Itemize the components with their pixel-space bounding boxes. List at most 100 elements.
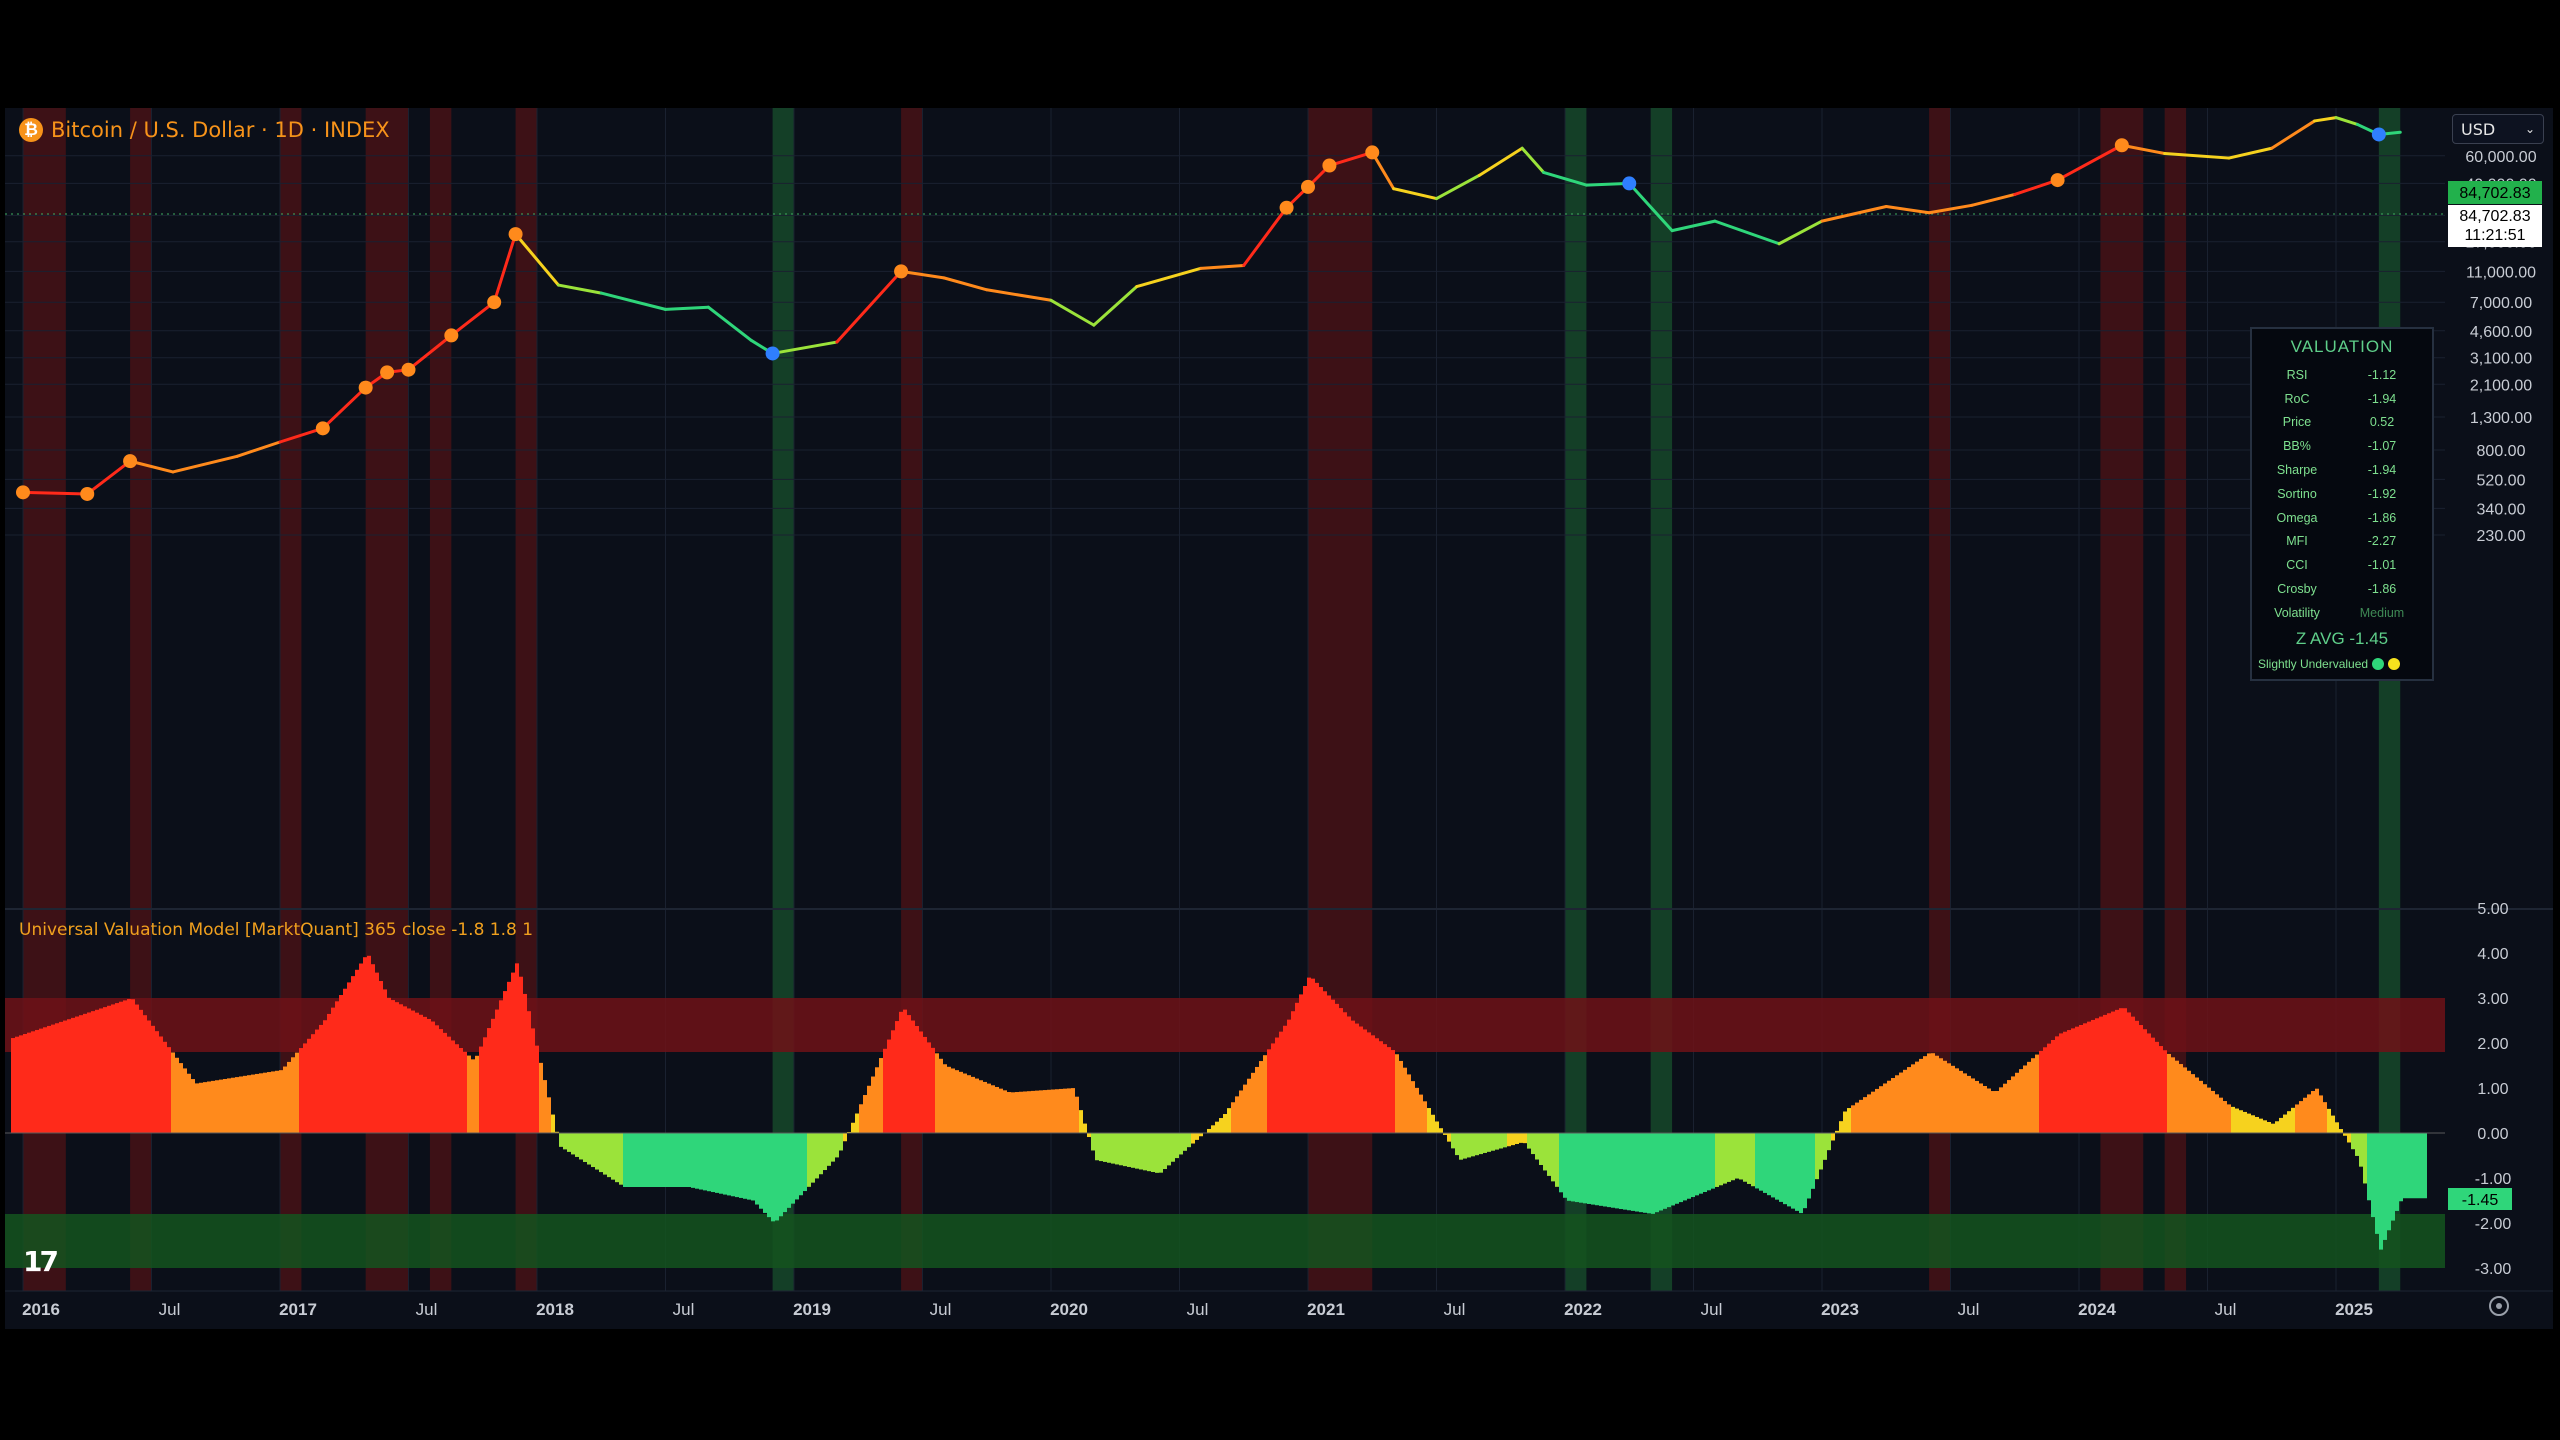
z-score-bar — [2043, 1047, 2047, 1133]
z-score-bar — [1095, 1133, 1099, 1161]
z-score-bar — [2291, 1107, 2295, 1133]
z-score-bar — [1287, 1019, 1291, 1133]
z-score-bar — [631, 1133, 635, 1187]
z-score-bar — [311, 1034, 315, 1133]
z-score-bar — [551, 1114, 555, 1133]
z-score-bar — [343, 988, 347, 1133]
z-score-bar — [1571, 1133, 1575, 1202]
z-score-bar — [1027, 1091, 1031, 1133]
z-score-bar — [1215, 1121, 1219, 1133]
z-score-bar — [1951, 1065, 1955, 1133]
price-segment — [492, 232, 518, 304]
currency-select[interactable]: USD ⌄ — [2452, 114, 2544, 144]
z-score-bar — [1555, 1133, 1559, 1187]
z-score-bar — [935, 1053, 939, 1133]
chart-canvas[interactable]: 140,000.0060,000.0040,000.0025,000.0017,… — [5, 108, 2553, 1329]
z-score-bar — [1111, 1133, 1115, 1164]
price-segment — [985, 288, 1053, 302]
z-score-bar — [2235, 1108, 2239, 1133]
z-score-bar — [2299, 1101, 2303, 1133]
z-score-bar — [783, 1133, 787, 1213]
z-score-bar — [1607, 1133, 1611, 1208]
z-score-bar — [147, 1020, 151, 1133]
z-score-bar — [931, 1047, 935, 1133]
z-score-bar — [523, 993, 527, 1133]
z-score-bar — [1499, 1133, 1503, 1149]
price-segment — [2270, 119, 2317, 150]
z-score-bar — [1939, 1058, 1943, 1133]
z-score-bar — [1539, 1133, 1543, 1165]
z-score-bar — [1575, 1133, 1579, 1203]
z-score-bar — [2211, 1090, 2215, 1133]
z-score-bar — [895, 1021, 899, 1133]
z-score-bar — [1599, 1133, 1603, 1206]
z-score-bar — [51, 1024, 55, 1133]
symbol-header[interactable]: ₿ Bitcoin / U.S. Dollar · 1D · INDEX — [19, 118, 390, 142]
settings-icon[interactable] — [2489, 1296, 2509, 1316]
z-score-bar — [479, 1046, 483, 1133]
undervalued-band — [1650, 108, 1673, 1291]
valuation-row: RSI -1.12 — [2252, 363, 2432, 387]
z-score-bar — [2219, 1097, 2223, 1133]
z-score-bar — [2147, 1033, 2151, 1133]
z-score-bar — [667, 1133, 671, 1187]
z-score-bar — [735, 1133, 739, 1198]
z-score-bar — [79, 1015, 83, 1133]
z-score-bar — [2047, 1043, 2051, 1133]
z-score-bar — [259, 1073, 263, 1133]
z-score-bar — [2319, 1095, 2323, 1133]
z-score-bar — [919, 1031, 923, 1133]
z-score-bar — [495, 1009, 499, 1133]
z-score-bar — [1407, 1074, 1411, 1133]
z-score-bar — [2179, 1064, 2183, 1133]
valuation-metric: Sharpe — [2276, 463, 2318, 478]
z-score-bar — [1487, 1133, 1491, 1152]
z-score-bar — [1495, 1133, 1499, 1150]
z-score-bar — [1923, 1056, 1927, 1133]
z-score-bar — [171, 1052, 175, 1133]
z-score-bar — [2331, 1115, 2335, 1133]
price-segment — [2227, 146, 2274, 160]
z-score-bar — [1551, 1133, 1555, 1182]
z-score-bar — [1383, 1044, 1387, 1133]
z-score-bar — [1863, 1097, 1867, 1133]
z-score-bar — [1327, 995, 1331, 1133]
z-score-bar — [699, 1133, 703, 1190]
z-score-bar — [1947, 1063, 1951, 1133]
z-score-bar — [803, 1133, 807, 1192]
sell-signal-marker — [2050, 173, 2065, 188]
z-score-bar — [367, 955, 371, 1133]
z-score-bar — [659, 1133, 663, 1187]
tradingview-logo[interactable]: 17 — [23, 1245, 59, 1278]
valuation-value: -1.92 — [2367, 486, 2397, 501]
z-score-bar — [471, 1059, 475, 1133]
z-score-bar — [859, 1104, 863, 1133]
z-score-bar — [27, 1032, 31, 1133]
z-score-bar — [15, 1036, 19, 1133]
z-score-bar — [1087, 1133, 1091, 1138]
z-score-bar — [1847, 1108, 1851, 1133]
z-score-bar — [227, 1078, 231, 1133]
z-score-bar — [671, 1133, 675, 1187]
time-tick-label: 2023 — [1821, 1300, 1859, 1319]
z-score-bar — [1511, 1133, 1515, 1146]
z-score-bar — [395, 1002, 399, 1133]
time-tick-label: Jul — [2215, 1300, 2237, 1319]
z-score-bar — [1071, 1088, 1075, 1133]
z-score-bar — [519, 976, 523, 1133]
indicator-label[interactable]: Universal Valuation Model [MarktQuant] 3… — [19, 920, 533, 940]
sell-signal-marker — [380, 365, 395, 380]
z-score-bar — [1631, 1133, 1635, 1211]
time-tick-label: 2017 — [279, 1300, 317, 1319]
z-score-bar — [1187, 1133, 1191, 1148]
z-score-bar — [823, 1133, 827, 1171]
z-score-bar — [39, 1028, 43, 1133]
z-score-bar — [111, 1004, 115, 1133]
z-score-bar — [1723, 1133, 1727, 1184]
z-score-bar — [491, 1018, 495, 1133]
z-score-bar — [1363, 1029, 1367, 1133]
z-score-bar — [1419, 1094, 1423, 1133]
z-score-bar — [911, 1020, 915, 1133]
z-score-bar — [1267, 1049, 1271, 1133]
chart-area[interactable]: 140,000.0060,000.0040,000.0025,000.0017,… — [5, 108, 2553, 1329]
